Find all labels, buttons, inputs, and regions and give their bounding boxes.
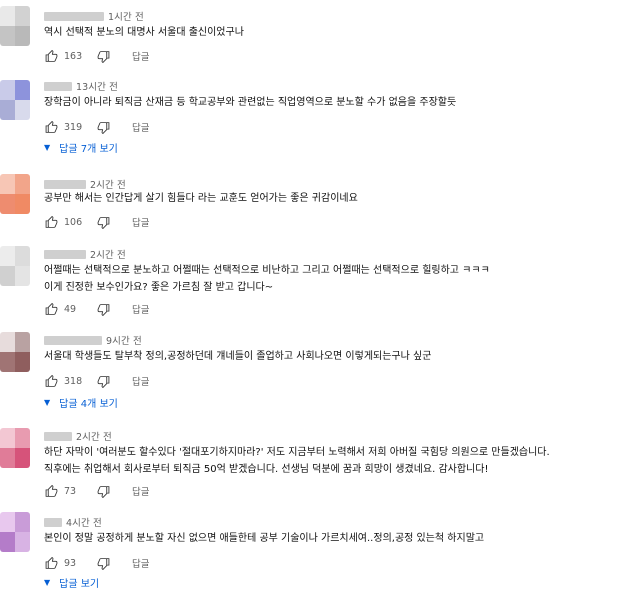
comment-line: 역시 선택적 분노의 대명사 서울대 출신이었구나 [44,27,244,38]
comment-actions: 319 답글 [44,118,149,136]
caret-down-icon: ▼ [44,577,51,587]
thumb-down-icon[interactable] [96,120,110,134]
comment-thread: 13시간 전 장학금이 아니라 퇴직금 산재금 등 학교공부와 관련없는 직업영… [0,76,644,160]
thumb-down-icon[interactable] [96,215,110,229]
comment-timestamp[interactable]: 13시간 전 [76,79,118,93]
reply-button[interactable]: 답글 [132,302,149,316]
comment-actions: 106 답글 [44,213,149,231]
comment-header: 1시간 전 [44,8,144,24]
comment-line: 장학금이 아니라 퇴직금 산재금 등 학교공부와 관련없는 직업영역으로 분노할… [44,97,457,108]
comment-text: 하단 자막이 '여러분도 할수있다 '절대포기하지마라?' 저도 지금부터 노력… [44,444,550,478]
comment-line: 이게 진정한 보수인가요? 좋은 가르침 잘 받고 갑니다~ [44,282,274,293]
comment-line: 서울대 학생들도 탈부착 정의,공정하던데 걔네들이 졸업하고 사회나오면 이렇… [44,351,432,362]
view-replies-button[interactable]: ▼ 답글 보기 [44,574,99,590]
comment-header: 2시간 전 [44,246,126,262]
view-replies-label: 답글 보기 [59,578,100,590]
avatar[interactable] [0,428,30,468]
avatar[interactable] [0,80,30,120]
author-name-redacted[interactable] [44,249,86,259]
author-name-redacted[interactable] [44,11,104,21]
thumb-up-icon[interactable] [44,120,58,134]
reply-button[interactable]: 답글 [132,49,149,63]
comment-text: 서울대 학생들도 탈부착 정의,공정하던데 걔네들이 졸업하고 사회나오면 이렇… [44,348,431,365]
comment-timestamp[interactable]: 2시간 전 [90,247,126,261]
like-count: 93 [64,557,77,569]
comment-header: 4시간 전 [44,514,102,530]
comment-line: 어쩔때는 선택적으로 분노하고 어쩔때는 선택적으로 비난하고 그리고 어쩔때는… [44,265,490,276]
comment-line: 하단 자막이 '여러분도 할수있다 '절대포기하지마라?' 저도 지금부터 노력… [44,447,550,458]
thumb-down-icon[interactable] [96,302,110,316]
comment-thread: 4시간 전 본인이 정말 공정하게 분노할 자신 없으면 애들한테 공부 기술이… [0,510,644,598]
thumb-down-icon[interactable] [96,374,110,388]
avatar[interactable] [0,332,30,372]
comment-actions: 73 답글 [44,482,149,500]
caret-down-icon: ▼ [44,142,51,152]
comment-line: 본인이 정말 공정하게 분노할 자신 없으면 애들한테 공부 기술이나 가르치세… [44,533,485,544]
author-name-redacted[interactable] [44,431,72,441]
comment-thread: 2시간 전 공부만 해서는 인간답게 살기 힘들다 라는 교훈도 얻어가는 좋은… [0,172,644,240]
thumb-up-icon[interactable] [44,374,58,388]
comment-timestamp[interactable]: 9시간 전 [106,333,142,347]
caret-down-icon: ▼ [44,397,51,407]
comment-thread: 2시간 전 하단 자막이 '여러분도 할수있다 '절대포기하지마라?' 저도 지… [0,426,644,502]
comment-timestamp[interactable]: 4시간 전 [66,515,102,529]
comment-actions: 49 답글 [44,300,149,318]
author-name-redacted[interactable] [44,179,86,189]
like-count: 106 [64,216,83,228]
avatar[interactable] [0,512,30,552]
reply-button[interactable]: 답글 [132,215,149,229]
thumb-up-icon[interactable] [44,484,58,498]
view-replies-label: 답글 4개 보기 [59,398,118,410]
like-count: 49 [64,303,77,315]
comment-thread: 2시간 전 어쩔때는 선택적으로 분노하고 어쩔때는 선택적으로 비난하고 그리… [0,244,644,318]
thumb-down-icon[interactable] [96,484,110,498]
avatar[interactable] [0,246,30,286]
like-count: 318 [64,375,83,387]
reply-button[interactable]: 답글 [132,120,149,134]
comment-line: 공부만 해서는 인간답게 살기 힘들다 라는 교훈도 얻어가는 좋은 귀감이네요 [44,193,358,204]
comment-actions: 318 답글 [44,372,149,390]
comment-header: 9시간 전 [44,332,142,348]
author-name-redacted[interactable] [44,517,62,527]
comment-actions: 93 답글 [44,554,149,572]
comment-timestamp[interactable]: 1시간 전 [108,9,144,23]
comment-thread: 1시간 전 역시 선택적 분노의 대명사 서울대 출신이었구나 163 답글 [0,0,644,70]
comment-line: 직후에는 취업해서 회사로부터 퇴직금 50억 받겠습니다. 선생님 덕분에 꿈… [44,464,489,475]
comment-text: 어쩔때는 선택적으로 분노하고 어쩔때는 선택적으로 비난하고 그리고 어쩔때는… [44,262,490,296]
reply-button[interactable]: 답글 [132,484,149,498]
thumb-up-icon[interactable] [44,556,58,570]
like-count: 73 [64,485,77,497]
comment-thread: 9시간 전 서울대 학생들도 탈부착 정의,공정하던데 걔네들이 졸업하고 사회… [0,330,644,414]
thumb-up-icon[interactable] [44,49,58,63]
comment-header: 2시간 전 [44,428,112,444]
view-replies-label: 답글 7개 보기 [59,143,118,155]
comment-header: 13시간 전 [44,78,118,94]
author-name-redacted[interactable] [44,335,102,345]
comment-actions: 163 답글 [44,47,149,65]
comment-timestamp[interactable]: 2시간 전 [76,429,112,443]
thumb-up-icon[interactable] [44,215,58,229]
view-replies-button[interactable]: ▼ 답글 4개 보기 [44,394,118,410]
like-count: 163 [64,50,83,62]
author-name-redacted[interactable] [44,81,72,91]
comment-timestamp[interactable]: 2시간 전 [90,177,126,191]
like-count: 319 [64,121,83,133]
reply-button[interactable]: 답글 [132,556,149,570]
thumb-down-icon[interactable] [96,556,110,570]
avatar[interactable] [0,174,30,214]
comment-text: 공부만 해서는 인간답게 살기 힘들다 라는 교훈도 얻어가는 좋은 귀감이네요 [44,190,358,207]
thumb-down-icon[interactable] [96,49,110,63]
comment-text: 본인이 정말 공정하게 분노할 자신 없으면 애들한테 공부 기술이나 가르치세… [44,530,484,547]
view-replies-button[interactable]: ▼ 답글 7개 보기 [44,139,118,155]
thumb-up-icon[interactable] [44,302,58,316]
comment-text: 역시 선택적 분노의 대명사 서울대 출신이었구나 [44,24,244,41]
comment-text: 장학금이 아니라 퇴직금 산재금 등 학교공부와 관련없는 직업영역으로 분노할… [44,94,456,111]
avatar[interactable] [0,6,30,46]
reply-button[interactable]: 답글 [132,374,149,388]
